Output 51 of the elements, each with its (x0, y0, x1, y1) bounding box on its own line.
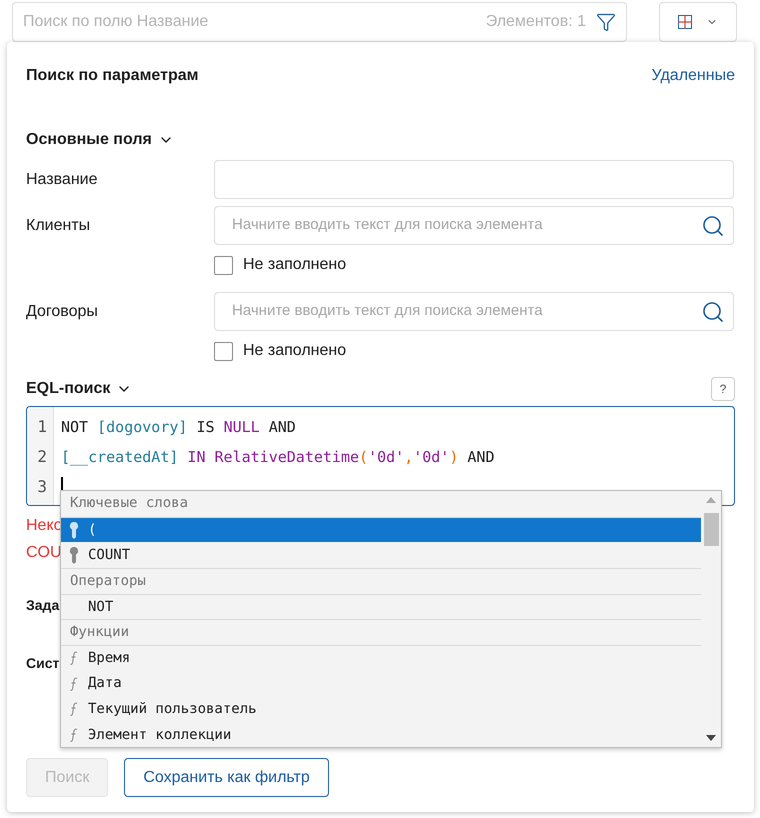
section-title: Сист (26, 654, 60, 672)
error-text: COU (26, 543, 62, 563)
checkbox-label: Не заполнено (243, 255, 346, 275)
field-label: Договоры (26, 302, 99, 322)
lookup-field[interactable]: Начните вводить текст для поиска элемента (214, 292, 734, 331)
filter-icon[interactable] (596, 12, 616, 32)
suggestion-item[interactable]: Текущий пользователь (61, 696, 701, 722)
function-icon (70, 651, 78, 666)
line-number: 2 (36, 446, 48, 468)
code-line: [__createdAt] IN RelativeDatetime('0d','0d') AND (61, 447, 494, 468)
scroll-down-icon[interactable] (706, 735, 716, 741)
suggestion-item[interactable]: NOT (61, 594, 701, 620)
function-icon (70, 676, 78, 691)
field-label: Клиенты (26, 216, 92, 236)
field-label: Название (26, 170, 98, 190)
lookup-input[interactable]: Начните вводить текст для поиска элемента (232, 300, 701, 323)
suggestion-group-header: Операторы (61, 568, 701, 594)
checkbox-label: Не заполнено (243, 341, 346, 361)
key-icon (68, 546, 78, 564)
suggestion-item[interactable]: Дата (61, 670, 701, 696)
save-filter-button[interactable]: Сохранить как фильтр (124, 758, 329, 797)
search-icon[interactable] (701, 214, 725, 238)
function-icon (70, 728, 78, 742)
code-line: NOT [dogovory] IS NULL AND (61, 417, 296, 438)
suggestion-item[interactable]: COUNT (61, 542, 701, 568)
suggestion-item[interactable]: ( (61, 516, 701, 542)
checkbox[interactable] (214, 256, 233, 274)
line-number: 3 (36, 476, 48, 498)
scroll-up-icon[interactable] (706, 497, 716, 503)
search-icon[interactable] (701, 300, 725, 324)
help-button[interactable]: ? (711, 377, 735, 401)
section-toggle[interactable]: Основные поля (26, 110, 174, 160)
suggestion-item[interactable]: Время (61, 645, 701, 671)
search-input[interactable]: Поиск по полю Название (23, 10, 486, 34)
lookup-field[interactable]: Начните вводить текст для поиска элемента (214, 206, 734, 245)
line-number: 1 (36, 416, 48, 438)
key-icon (68, 521, 78, 540)
section-toggle[interactable]: EQL-поиск (26, 377, 132, 401)
item-count: Элементов: 1 (486, 12, 586, 32)
panel-title: Поиск по параметрам (26, 66, 198, 86)
grid-icon (678, 15, 692, 29)
section-title: Зада (26, 596, 60, 615)
suggestion-group-header: Функции (61, 619, 701, 646)
deleted-link[interactable]: Удаленные (652, 64, 735, 88)
view-toggle-button[interactable] (659, 2, 737, 42)
scrollbar-thumb[interactable] (704, 513, 719, 546)
lookup-input[interactable]: Начните вводить текст для поиска элемента (232, 214, 701, 237)
text-field[interactable] (214, 160, 734, 199)
suggestion-item[interactable]: Элемент коллекции (61, 722, 701, 747)
checkbox[interactable] (214, 342, 233, 360)
function-icon (70, 702, 78, 716)
